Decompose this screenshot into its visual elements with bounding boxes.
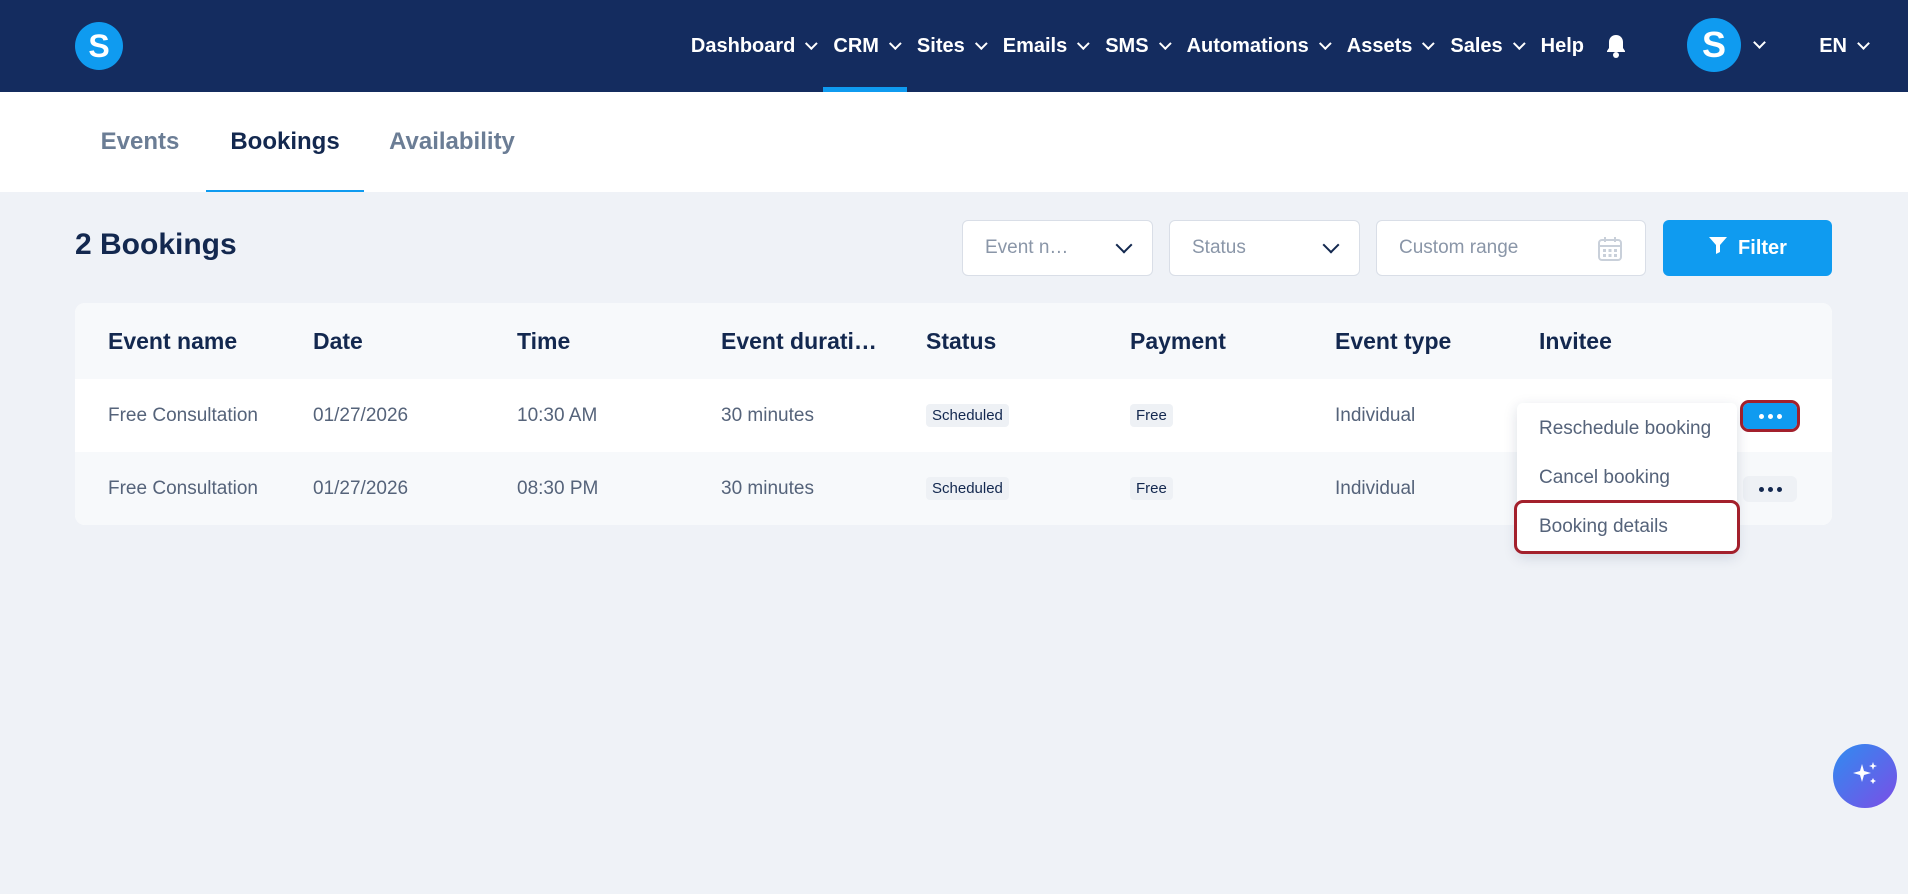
column-header[interactable]: Time bbox=[517, 303, 570, 379]
filter-button[interactable]: Filter bbox=[1663, 220, 1832, 276]
nav-sms[interactable]: SMS bbox=[1095, 0, 1176, 92]
sub-tabs: Events Bookings Availability bbox=[0, 92, 1908, 192]
more-dots-icon bbox=[1776, 486, 1782, 492]
chevron-down-icon bbox=[1158, 36, 1172, 50]
row-actions-button[interactable] bbox=[1740, 400, 1800, 432]
chevron-down-icon bbox=[974, 36, 988, 50]
tab-label: Bookings bbox=[230, 128, 340, 155]
input-placeholder: Custom range bbox=[1399, 237, 1519, 258]
more-dots-icon bbox=[1776, 413, 1782, 419]
nav-label: CRM bbox=[833, 34, 879, 57]
nav-dashboard[interactable]: Dashboard bbox=[681, 0, 823, 92]
column-header[interactable]: Date bbox=[313, 303, 363, 379]
column-header[interactable]: Status bbox=[926, 303, 996, 379]
column-header[interactable]: Event durati… bbox=[721, 303, 877, 379]
column-header[interactable]: Event name bbox=[108, 303, 237, 379]
chevron-down-icon bbox=[1077, 36, 1090, 50]
cell-time: 10:30 AM bbox=[517, 404, 598, 426]
bell-icon[interactable] bbox=[1594, 0, 1638, 92]
menu-item-booking-details[interactable]: Booking details bbox=[1514, 500, 1740, 554]
status-badge: Scheduled bbox=[926, 404, 1009, 427]
nav-emails[interactable]: Emails bbox=[993, 0, 1095, 92]
chevron-down-icon bbox=[1753, 35, 1766, 49]
cell-event-name: Free Consultation bbox=[108, 477, 258, 499]
tab-label: Availability bbox=[389, 128, 515, 155]
event-name-select[interactable]: Event n… bbox=[962, 220, 1153, 276]
more-dots-icon bbox=[1767, 413, 1773, 419]
more-dots-icon bbox=[1758, 413, 1764, 419]
filter-label: Filter bbox=[1738, 236, 1787, 259]
cell-payment: Free bbox=[1130, 379, 1173, 452]
cell-status: Scheduled bbox=[926, 452, 1009, 525]
nav-help[interactable]: Help bbox=[1531, 0, 1594, 92]
row-actions-menu: Reschedule booking Cancel booking Bookin… bbox=[1514, 403, 1740, 554]
tab-events[interactable]: Events bbox=[80, 92, 200, 192]
status-select[interactable]: Status bbox=[1169, 220, 1360, 276]
chevron-down-icon bbox=[1115, 236, 1133, 254]
cell-event-type: Individual bbox=[1335, 404, 1416, 426]
nav-crm[interactable]: CRM bbox=[823, 0, 907, 92]
nav-sites[interactable]: Sites bbox=[907, 0, 993, 92]
avatar-letter: S bbox=[1701, 24, 1726, 65]
nav-label: Assets bbox=[1346, 34, 1413, 57]
table-header: Event name Date Time Event durati… Statu… bbox=[75, 303, 1832, 379]
status-badge: Scheduled bbox=[926, 477, 1009, 500]
nav-label: Help bbox=[1540, 34, 1584, 57]
filter-icon bbox=[1708, 235, 1728, 261]
payment-badge: Free bbox=[1130, 404, 1173, 427]
logo[interactable]: S bbox=[75, 22, 123, 70]
nav-label: Automations bbox=[1186, 34, 1309, 57]
chevron-down-icon bbox=[1512, 36, 1526, 50]
tab-label: Events bbox=[100, 128, 180, 155]
tab-bookings[interactable]: Bookings bbox=[206, 92, 364, 192]
chevron-down-icon bbox=[1422, 36, 1436, 50]
chevron-down-icon bbox=[1318, 36, 1332, 50]
cell-duration: 30 minutes bbox=[721, 404, 814, 426]
top-navbar: S Dashboard CRM Sites Emails SMS Automat… bbox=[0, 0, 1908, 92]
chevron-down-icon bbox=[1322, 236, 1340, 254]
nav-label: Sales bbox=[1450, 34, 1503, 57]
cell-payment: Free bbox=[1130, 452, 1173, 525]
logo-letter: S bbox=[88, 27, 110, 64]
nav-label: Emails bbox=[1002, 34, 1068, 57]
cell-status: Scheduled bbox=[926, 379, 1009, 452]
nav-sales[interactable]: Sales bbox=[1440, 0, 1530, 92]
cell-event-type: Individual bbox=[1335, 477, 1416, 499]
nav-label: SMS bbox=[1105, 34, 1149, 57]
row-actions-button[interactable] bbox=[1743, 476, 1797, 502]
user-menu[interactable]: S bbox=[1687, 18, 1766, 72]
main-nav: Dashboard CRM Sites Emails SMS Automatio… bbox=[681, 0, 1638, 92]
column-header[interactable]: Event type bbox=[1335, 303, 1451, 379]
tab-availability[interactable]: Availability bbox=[372, 92, 532, 192]
chevron-down-icon bbox=[1857, 36, 1870, 50]
cell-date: 01/27/2026 bbox=[313, 477, 409, 499]
more-dots-icon bbox=[1758, 486, 1764, 492]
payment-badge: Free bbox=[1130, 477, 1173, 500]
date-range-input[interactable]: Custom range bbox=[1376, 220, 1646, 276]
chevron-down-icon bbox=[805, 36, 819, 50]
nav-label: Dashboard bbox=[690, 34, 796, 57]
page-title: 2 Bookings bbox=[75, 228, 237, 261]
select-placeholder: Status bbox=[1192, 237, 1246, 258]
nav-label: Sites bbox=[916, 34, 965, 57]
avatar[interactable]: S bbox=[1687, 18, 1741, 72]
menu-item-reschedule-booking[interactable]: Reschedule booking bbox=[1517, 405, 1737, 453]
sparkle-icon bbox=[1849, 758, 1881, 795]
cell-date: 01/27/2026 bbox=[313, 404, 409, 426]
column-header[interactable]: Payment bbox=[1130, 303, 1226, 379]
cell-event-name: Free Consultation bbox=[108, 404, 258, 426]
ai-assistant-button[interactable] bbox=[1833, 744, 1897, 808]
language-label: EN bbox=[1819, 34, 1847, 57]
language-selector[interactable]: EN bbox=[1819, 0, 1870, 92]
calendar-icon[interactable] bbox=[1597, 236, 1623, 268]
cell-time: 08:30 PM bbox=[517, 477, 599, 499]
select-placeholder: Event n… bbox=[985, 237, 1069, 258]
nav-assets[interactable]: Assets bbox=[1337, 0, 1441, 92]
menu-item-cancel-booking[interactable]: Cancel booking bbox=[1517, 454, 1737, 502]
more-dots-icon bbox=[1767, 486, 1773, 492]
nav-automations[interactable]: Automations bbox=[1177, 0, 1337, 92]
cell-duration: 30 minutes bbox=[721, 477, 814, 499]
column-header[interactable]: Invitee bbox=[1539, 303, 1612, 379]
chevron-down-icon bbox=[888, 36, 902, 50]
